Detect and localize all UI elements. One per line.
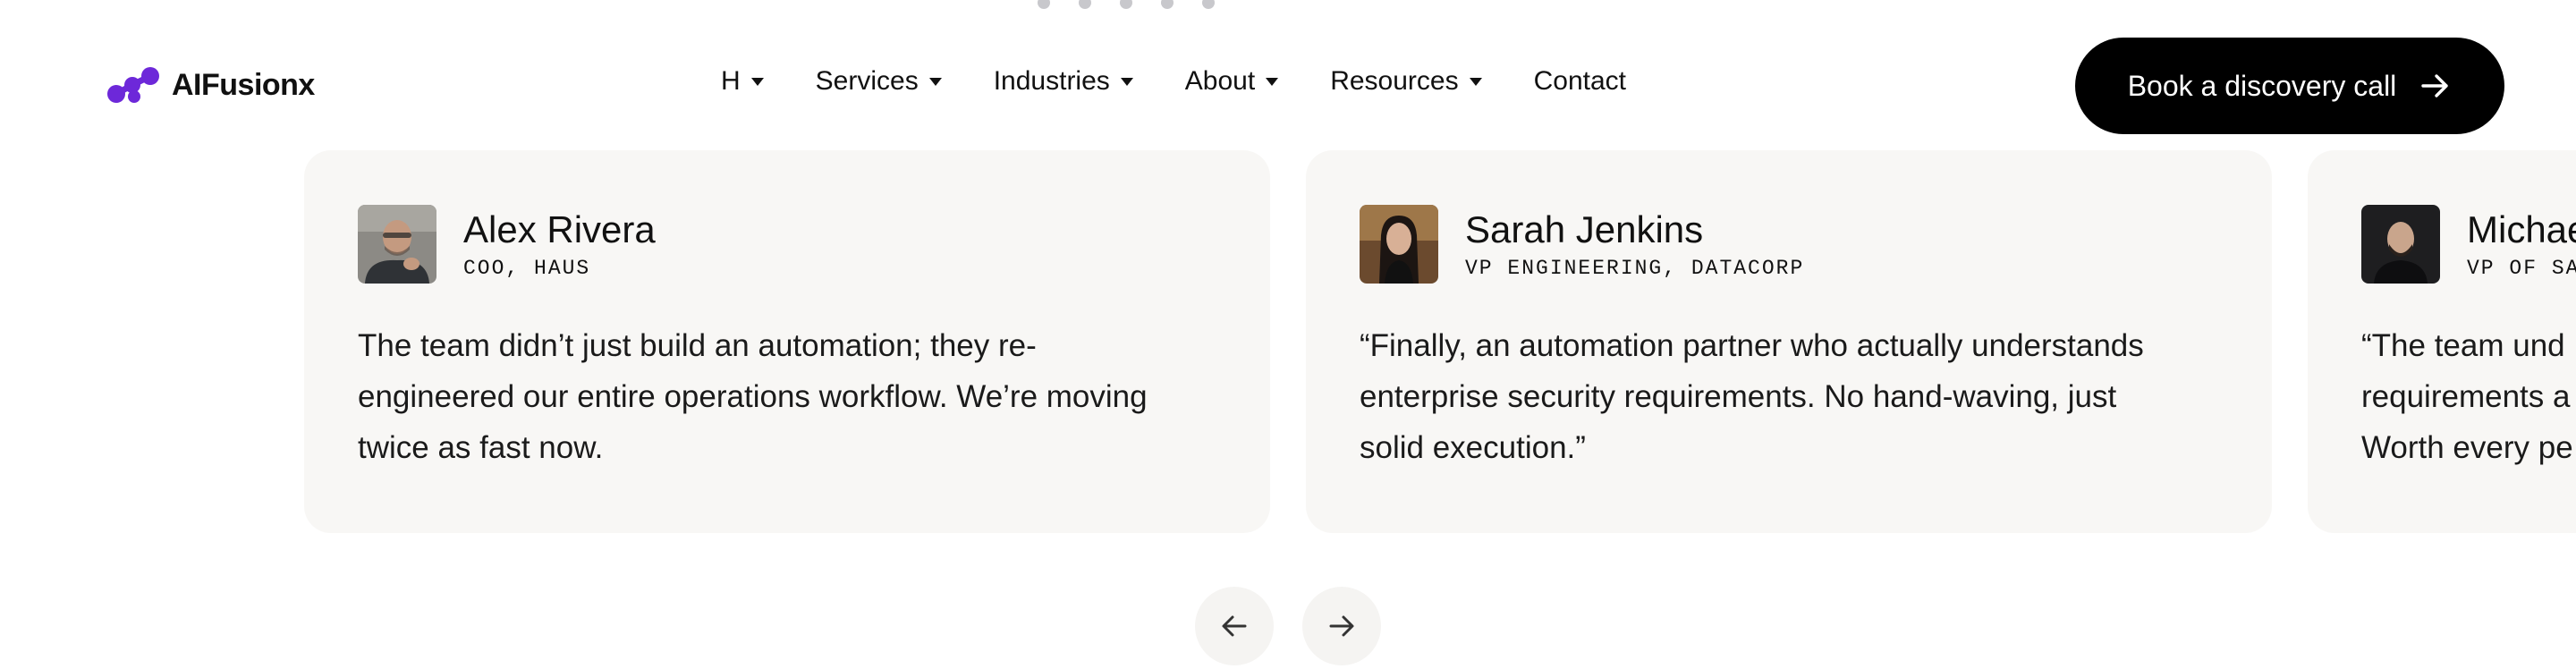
caret-down-icon bbox=[1120, 77, 1133, 86]
author-role: COO, HAUS bbox=[463, 257, 591, 280]
quote-line: requirements a bbox=[2361, 379, 2571, 414]
carousel-next-button[interactable] bbox=[1302, 587, 1381, 665]
caret-down-icon bbox=[928, 77, 942, 86]
avatar bbox=[2361, 205, 2440, 284]
testimonial-author: Sarah Jenkins VP ENGINEERING, DATACORP bbox=[1360, 205, 1804, 284]
caret-down-icon bbox=[1469, 77, 1482, 86]
quote-line: “The team und bbox=[2361, 328, 2565, 363]
nav-item-resources[interactable]: Resources bbox=[1330, 66, 1482, 97]
nav-item-label: Services bbox=[815, 66, 919, 96]
logo[interactable]: AIFusionx bbox=[106, 65, 315, 105]
caret-down-icon bbox=[750, 77, 764, 86]
avatar bbox=[358, 205, 436, 284]
arrow-left-icon bbox=[1222, 615, 1247, 637]
author-name: Michae bbox=[2467, 208, 2576, 250]
testimonial-author: Alex Rivera COO, HAUS bbox=[358, 205, 656, 284]
nav-item-label: About bbox=[1184, 66, 1256, 96]
nav-item-label: Industries bbox=[993, 66, 1110, 96]
nav-item-services[interactable]: Services bbox=[816, 66, 942, 97]
testimonial-quote: The team didn’t just build an automation… bbox=[358, 328, 1148, 465]
testimonial-card: Sarah Jenkins VP ENGINEERING, DATACORP “… bbox=[1306, 150, 2272, 533]
logo-mark-icon bbox=[107, 67, 159, 103]
testimonial-card: Michae VP OF SAL “The team und requireme… bbox=[2308, 150, 2576, 533]
logo-text: AIFusionx bbox=[172, 67, 315, 102]
author-role: VP ENGINEERING, DATACORP bbox=[1465, 257, 1805, 280]
site-header: AIFusionx H Services Industries About Re… bbox=[0, 36, 2576, 136]
quote-line: Worth every pe bbox=[2361, 430, 2573, 465]
nav-item-label: H bbox=[721, 66, 741, 96]
author-name: Alex Rivera bbox=[463, 208, 656, 250]
book-discovery-call-button[interactable]: Book a discovery call bbox=[2075, 38, 2504, 134]
carousel-prev-button[interactable] bbox=[1195, 587, 1274, 665]
testimonial-author: Michae VP OF SAL bbox=[2361, 205, 2576, 284]
testimonial-quote: “Finally, an automation partner who actu… bbox=[1360, 328, 2144, 465]
nav-item-h[interactable]: H bbox=[721, 66, 764, 97]
testimonial-card: Alex Rivera COO, HAUS The team didn’t ju… bbox=[304, 150, 1270, 533]
clipped-section-heading bbox=[1038, 0, 1342, 18]
carousel-controls bbox=[1195, 587, 1381, 665]
nav-item-label: Contact bbox=[1533, 66, 1626, 96]
author-role: VP OF SAL bbox=[2467, 257, 2576, 280]
nav-item-contact[interactable]: Contact bbox=[1534, 66, 1626, 97]
nav-item-industries[interactable]: Industries bbox=[994, 66, 1133, 97]
main-nav: H Services Industries About Resources Co… bbox=[721, 66, 1626, 97]
author-name: Sarah Jenkins bbox=[1465, 208, 1704, 250]
testimonial-quote: “The team und requirements a Worth every… bbox=[2361, 320, 2576, 473]
arrow-right-icon bbox=[2421, 74, 2448, 97]
avatar bbox=[1360, 205, 1438, 284]
arrow-right-icon bbox=[1329, 615, 1354, 637]
cta-label: Book a discovery call bbox=[2127, 69, 2397, 102]
caret-down-icon bbox=[1266, 77, 1279, 86]
testimonial-carousel: Alex Rivera COO, HAUS The team didn’t ju… bbox=[0, 150, 2576, 533]
nav-item-about[interactable]: About bbox=[1184, 66, 1279, 97]
nav-item-label: Resources bbox=[1330, 66, 1459, 96]
